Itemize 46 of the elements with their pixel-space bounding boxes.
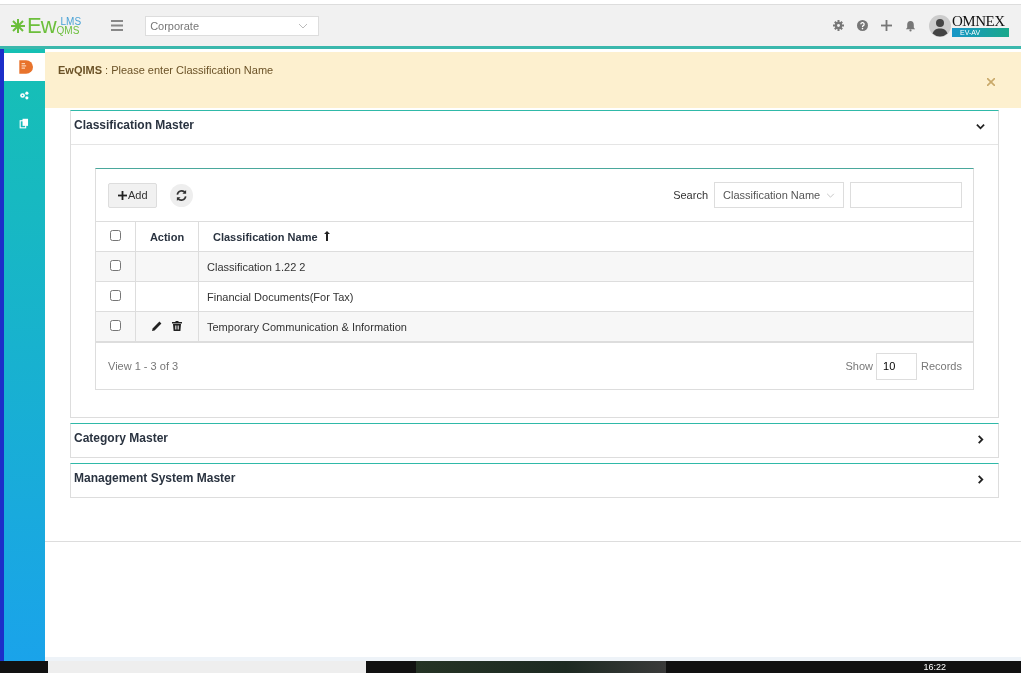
alert-message: EwQIMS : Please enter Classification Name (58, 63, 274, 78)
gears-icon (19, 89, 30, 101)
show-label: Show (845, 360, 874, 372)
records-label: Records (921, 360, 962, 372)
chevron-right-icon (976, 475, 985, 484)
chevron-down-icon (976, 122, 985, 131)
trash-icon[interactable] (172, 320, 182, 331)
arrow-up-icon (323, 230, 330, 241)
avatar-icon[interactable] (929, 14, 951, 37)
pencil-icon[interactable] (152, 320, 162, 331)
select-all-checkbox[interactable] (110, 230, 121, 241)
panel-header[interactable]: Management System Master (71, 464, 998, 497)
column-header[interactable]: Classification Name (198, 221, 973, 252)
document-icon (16, 59, 33, 75)
brand-name: OMNEX (952, 14, 1006, 28)
row-checkbox[interactable] (110, 320, 121, 331)
sidebar-item[interactable] (4, 53, 45, 81)
clock-time: 16:22 (923, 661, 946, 673)
plus-icon (118, 190, 127, 200)
record-count: View 1 - 3 of 3 (108, 360, 179, 372)
add-button[interactable]: Add (108, 182, 157, 208)
chevron-right-icon (976, 435, 985, 444)
chevron-down-icon (826, 192, 835, 198)
search-label: Search (673, 189, 708, 201)
column-header: Action (135, 221, 199, 252)
search-field[interactable] (850, 182, 962, 208)
logo-text: LMS (60, 16, 82, 26)
logo-text: QMS (56, 25, 80, 35)
site-select[interactable]: Corporate (145, 15, 320, 36)
panel-header[interactable]: Category Master (71, 424, 998, 457)
row-checkbox[interactable] (110, 290, 121, 301)
copy-icon (19, 117, 30, 129)
plus-icon[interactable] (881, 20, 892, 31)
panel-header[interactable]: Classification Master (71, 111, 998, 144)
refresh-icon (174, 188, 188, 202)
refresh-button[interactable] (169, 183, 193, 207)
menu-icon[interactable] (111, 20, 124, 31)
help-icon[interactable] (857, 20, 868, 31)
settings-icon[interactable] (833, 20, 844, 31)
search-by-select[interactable]: Classification Name (714, 182, 844, 208)
asterisk-icon (10, 17, 26, 34)
row-checkbox[interactable] (110, 260, 121, 271)
page-size-field[interactable]: 10 (876, 352, 918, 380)
bell-icon[interactable] (905, 19, 916, 32)
logo-text: Ew (27, 12, 56, 39)
chevron-down-icon (298, 22, 309, 29)
